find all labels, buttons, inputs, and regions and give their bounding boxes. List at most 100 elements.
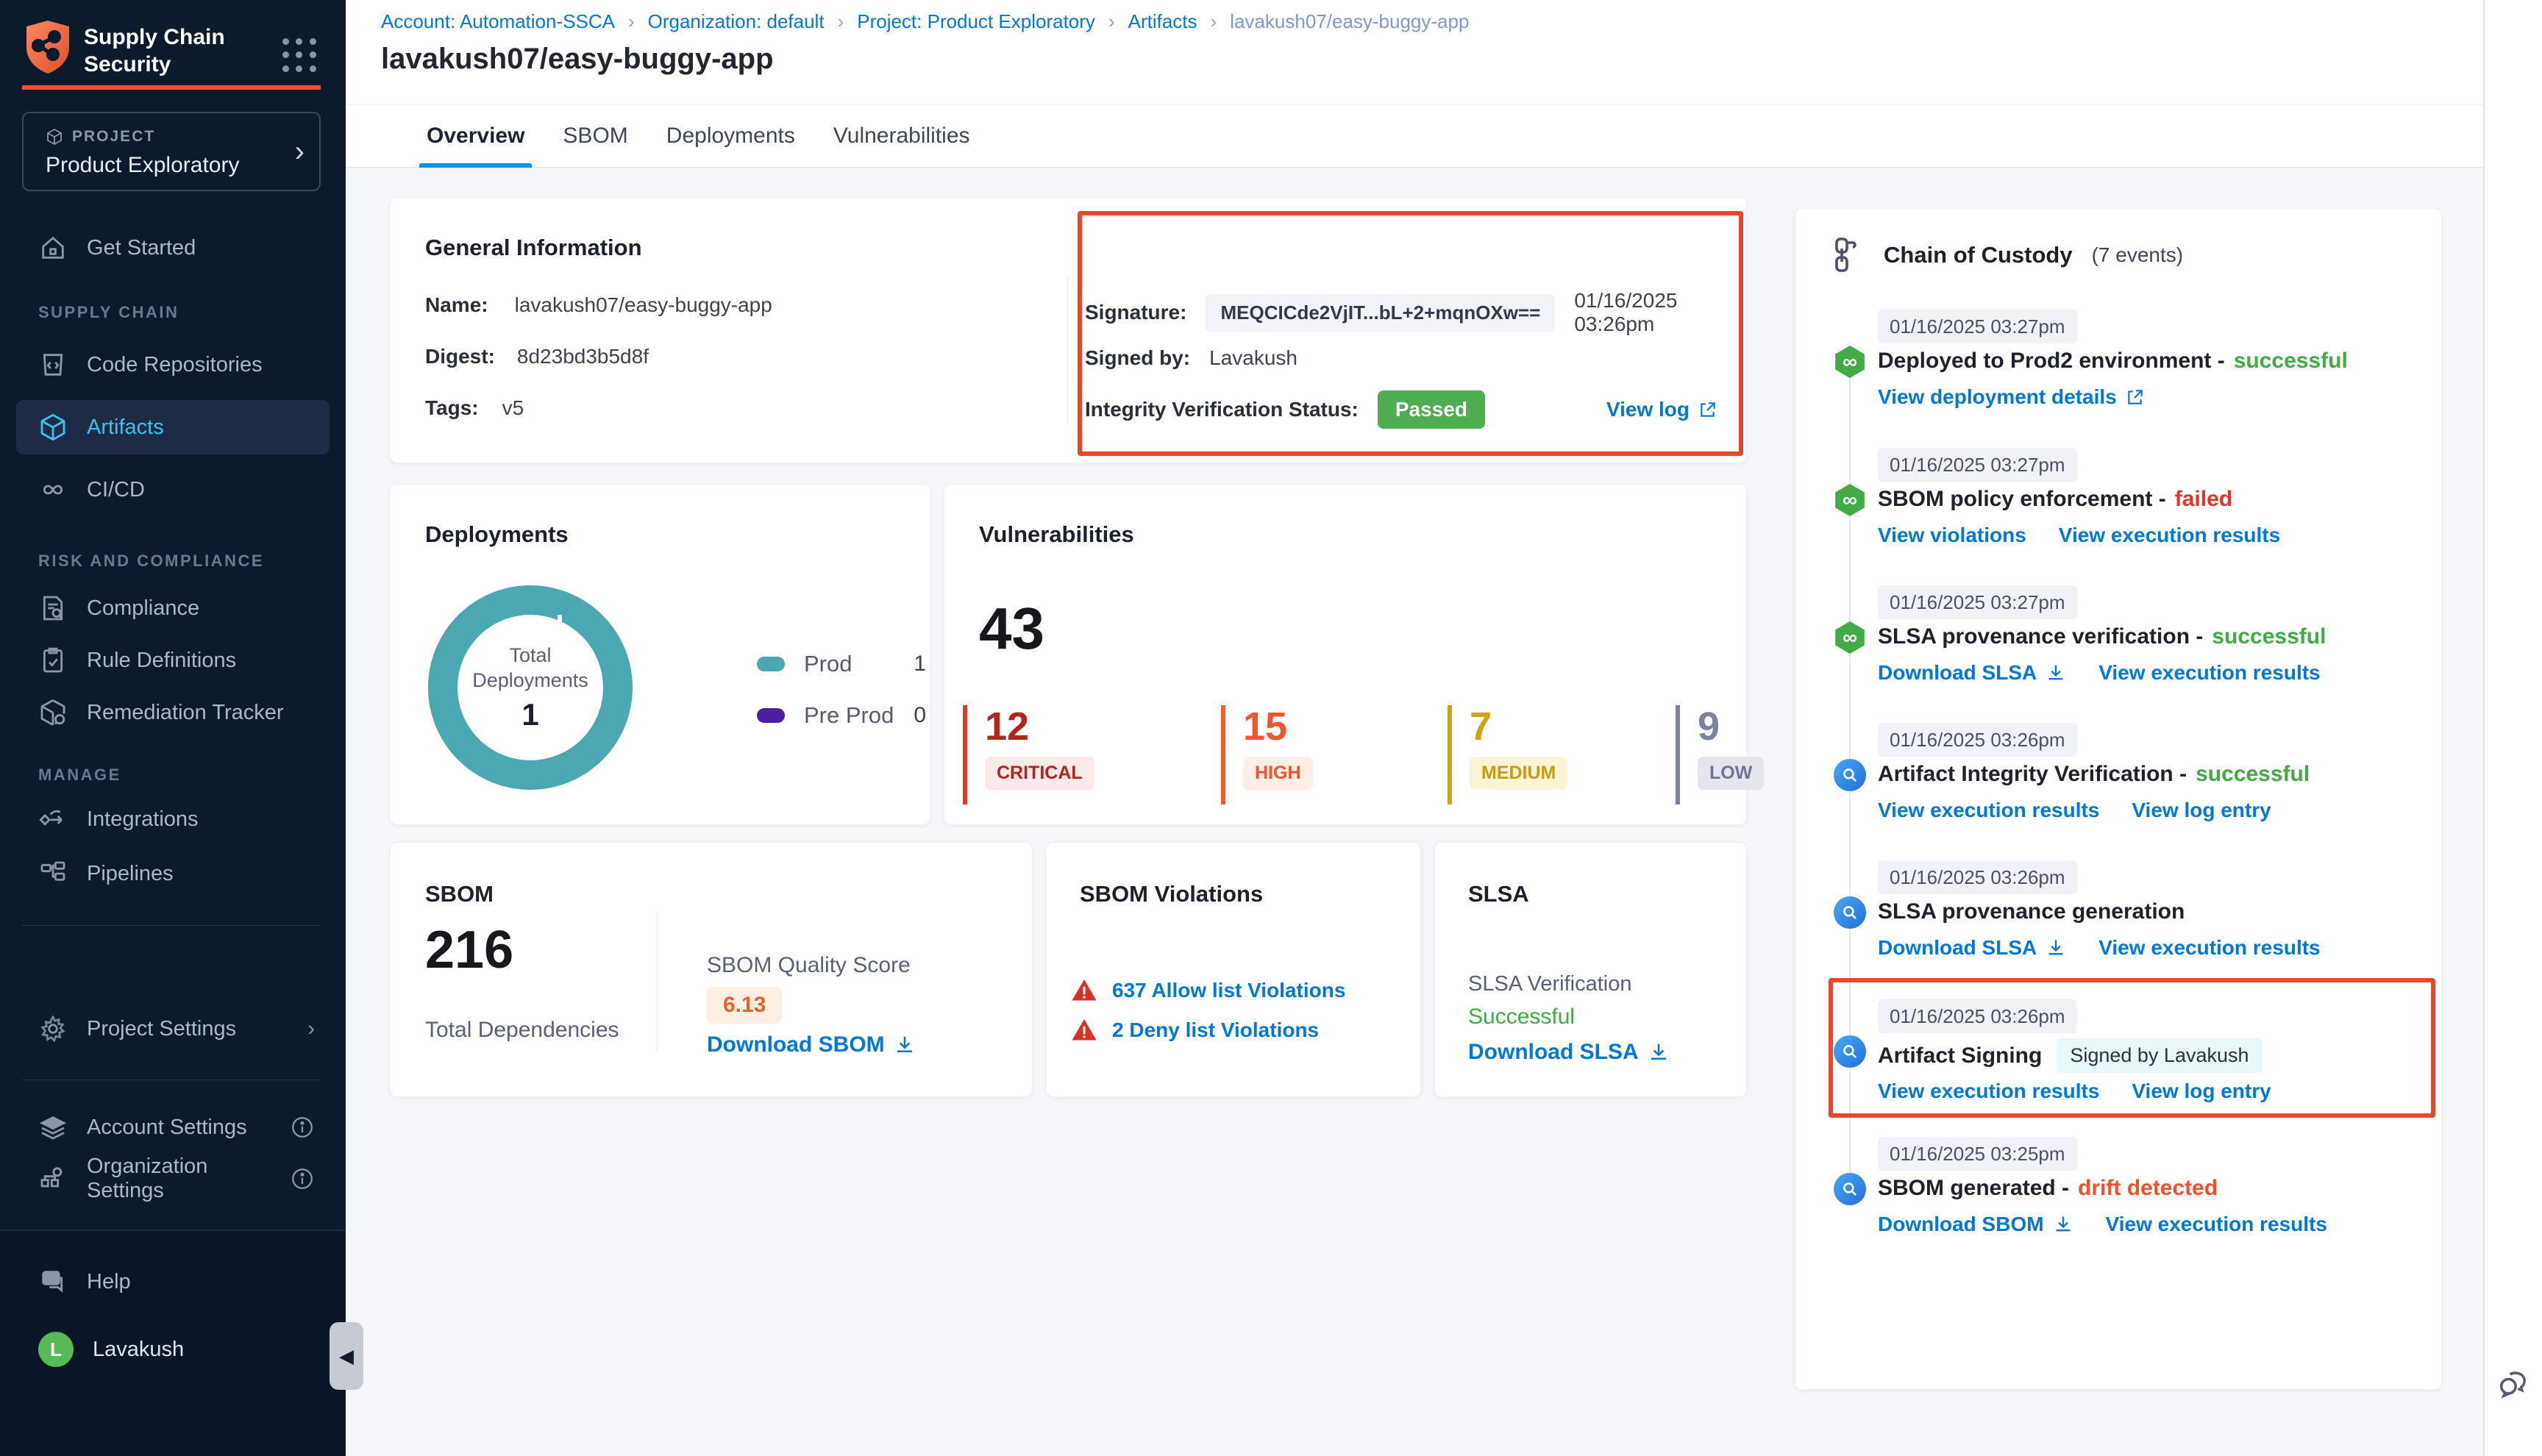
sidebar-item-project-settings[interactable]: Project Settings ›	[16, 1002, 330, 1056]
event-links: Download SLSA View execution results	[1878, 661, 2321, 685]
sidebar-item-help[interactable]: ? Help	[16, 1255, 330, 1309]
compliance-document-icon	[38, 593, 68, 623]
event-timestamp: 01/16/2025 03:27pm	[1878, 310, 2077, 343]
view-execution-results-link[interactable]: View execution results	[2059, 524, 2280, 547]
sidebar-item-compliance[interactable]: Compliance	[16, 581, 330, 635]
integrity-status-label: Integrity Verification Status:	[1085, 398, 1359, 421]
sidebar-item-integrations[interactable]: Integrations	[16, 792, 330, 846]
event-links: View deployment details	[1878, 385, 2145, 409]
tab-vulnerabilities[interactable]: Vulnerabilities	[826, 105, 978, 167]
event-title: SLSA provenance verification -successful	[1878, 624, 2326, 649]
download-slsa-link[interactable]: Download SLSA	[1468, 1040, 1670, 1065]
view-deployment-details-link[interactable]: View deployment details	[1878, 385, 2145, 409]
sidebar-item-account-settings[interactable]: Account Settings	[16, 1100, 330, 1155]
tab-overview[interactable]: Overview	[419, 105, 532, 167]
breadcrumb-project[interactable]: Project: Product Exploratory	[857, 10, 1095, 33]
view-log-link[interactable]: View log	[1606, 398, 1717, 421]
sidebar-item-remediation-tracker[interactable]: Remediation Tracker	[16, 685, 330, 740]
event-links: View violations View execution results	[1878, 524, 2280, 547]
breadcrumb-separator: ›	[628, 10, 635, 33]
view-execution-results-link[interactable]: View execution results	[2098, 936, 2320, 960]
view-log-entry-link[interactable]: View log entry	[2132, 799, 2271, 822]
severity-medium: 7 MEDIUM	[1448, 705, 1639, 804]
event-title: Deployed to Prod2 environment -successfu…	[1878, 349, 2348, 374]
download-sbom-link[interactable]: Download SBOM	[707, 1032, 916, 1057]
home-icon	[38, 233, 68, 263]
svg-text:?: ?	[48, 1273, 54, 1284]
breadcrumb-current: lavakush07/easy-buggy-app	[1230, 10, 1469, 33]
event-timestamp: 01/16/2025 03:25pm	[1878, 1137, 2077, 1171]
tab-sbom[interactable]: SBOM	[555, 105, 635, 167]
sidebar-item-label: Artifacts	[87, 415, 164, 440]
help-chat-icon: ?	[38, 1267, 68, 1296]
card-title: General Information	[425, 235, 642, 261]
right-utility-bar	[2483, 0, 2542, 1456]
artifacts-cube-icon	[38, 413, 68, 442]
download-slsa-link[interactable]: Download SLSA	[1878, 936, 2066, 960]
sidebar-collapse-handle[interactable]: ◀	[330, 1322, 363, 1390]
sidebar-divider	[22, 1079, 321, 1080]
card-title: Deployments	[425, 521, 569, 548]
deployments-card: Deployments Total Deployments 1 Prod 1 P…	[390, 484, 930, 825]
view-execution-results-link[interactable]: View execution results	[1878, 799, 2099, 822]
sidebar-item-rule-definitions[interactable]: Rule Definitions	[16, 633, 330, 688]
download-slsa-link[interactable]: Download SLSA	[1878, 661, 2066, 685]
breadcrumb-account[interactable]: Account: Automation-SSCA	[381, 10, 615, 33]
pipeline-event-icon: ∞	[1834, 346, 1866, 378]
legend-item-prod: Prod 1	[757, 651, 926, 677]
info-icon	[290, 1115, 315, 1140]
chevron-left-icon: ◀	[339, 1345, 354, 1368]
chain-of-custody-card: Chain of Custody (7 events) 01/16/2025 0…	[1795, 208, 2442, 1390]
sidebar-section-supply-chain: SUPPLY CHAIN	[38, 303, 179, 322]
sidebar-item-label: Get Started	[87, 236, 196, 260]
view-violations-link[interactable]: View violations	[1878, 524, 2026, 547]
breadcrumb-artifacts[interactable]: Artifacts	[1128, 10, 1197, 33]
view-execution-results-link[interactable]: View execution results	[2098, 661, 2320, 685]
pipeline-event-icon: ∞	[1834, 621, 1866, 654]
slsa-verification-label: SLSA Verification	[1468, 972, 1631, 996]
chain-of-custody-count: (7 events)	[2092, 243, 2184, 267]
sidebar-item-get-started[interactable]: Get Started	[16, 221, 330, 275]
view-execution-results-link[interactable]: View execution results	[2106, 1213, 2327, 1236]
integrity-status-badge: Passed	[1378, 390, 1485, 429]
warning-triangle-icon	[1071, 977, 1097, 1004]
breadcrumb-separator: ›	[1108, 10, 1115, 33]
sidebar-item-cicd[interactable]: CI/CD	[16, 463, 330, 517]
tags-value: v5	[502, 396, 524, 420]
allow-list-violations-link[interactable]: 637 Allow list Violations	[1112, 979, 1345, 1002]
brand-accent-divider	[22, 85, 321, 90]
sidebar-section-risk-compliance: RISK AND COMPLIANCE	[38, 552, 264, 571]
view-log-entry-link[interactable]: View log entry	[2132, 1079, 2271, 1103]
sidebar-item-user[interactable]: L Lavakush	[16, 1322, 330, 1377]
name-label: Name:	[425, 293, 488, 317]
sbom-total-dependencies: 216	[425, 920, 513, 980]
tab-deployments[interactable]: Deployments	[659, 105, 802, 167]
view-execution-results-link[interactable]: View execution results	[1878, 1079, 2099, 1103]
tags-label: Tags:	[425, 396, 479, 420]
severity-high: 15 HIGH	[1221, 705, 1412, 804]
app-logo-shield-icon	[24, 19, 72, 75]
app-switcher-grid-icon[interactable]	[282, 38, 316, 72]
chat-bubbles-icon	[2495, 1365, 2533, 1403]
severity-badge: LOW	[1698, 757, 1764, 790]
chat-widget-button[interactable]	[2495, 1365, 2533, 1403]
event-title: SLSA provenance generation	[1878, 899, 2185, 924]
sidebar-item-pipelines[interactable]: Pipelines	[16, 846, 330, 901]
sidebar-item-artifacts[interactable]: Artifacts	[16, 400, 330, 454]
download-sbom-link[interactable]: Download SBOM	[1878, 1213, 2073, 1236]
sidebar: Supply Chain Security PROJECT Product Ex…	[0, 0, 346, 1456]
user-name: Lavakush	[93, 1338, 184, 1362]
pipeline-event-icon: ∞	[1834, 484, 1866, 516]
digest-label: Digest:	[425, 345, 495, 368]
tab-bar: Overview SBOM Deployments Vulnerabilitie…	[346, 104, 2483, 168]
sidebar-item-code-repositories[interactable]: Code Repositories	[16, 338, 330, 392]
signature-value: MEQCICde2VjIT...bL+2+mqnOXw==	[1206, 294, 1555, 332]
download-icon	[2053, 1214, 2073, 1235]
event-title: SBOM policy enforcement -failed	[1878, 487, 2232, 512]
download-icon	[2046, 663, 2066, 683]
project-selector[interactable]: PROJECT Product Exploratory ›	[22, 112, 321, 191]
sidebar-item-organization-settings[interactable]: Organization Settings	[16, 1152, 330, 1206]
breadcrumb-organization[interactable]: Organization: default	[648, 10, 825, 33]
event-status: failed	[2175, 487, 2232, 512]
deny-list-violations-link[interactable]: 2 Deny list Violations	[1112, 1018, 1319, 1042]
